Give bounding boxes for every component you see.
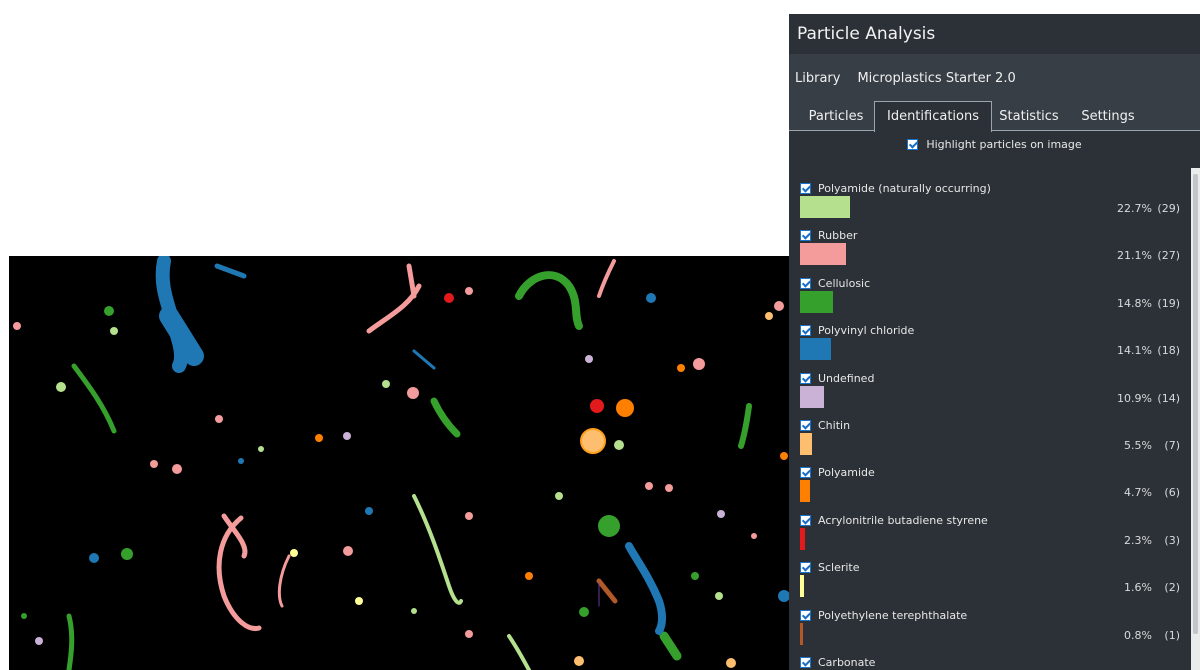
identification-percent: 14.8% [1117,296,1152,310]
identification-name-row: Polyamide [800,466,875,479]
identification-label: Acrylonitrile butadiene styrene [818,513,988,527]
identification-color-swatch [800,480,810,503]
identification-item[interactable]: Carbonate0.8%(1) [789,654,1190,670]
identification-color-swatch [800,432,812,455]
identification-item[interactable]: Polyethylene terephthalate 0.8% (1) [789,607,1190,654]
identification-label: Polyvinyl chloride [818,324,915,338]
identification-count: (14) [1157,391,1180,405]
library-row: Library Microplastics Starter 2.0 [789,54,1200,102]
identifications-list: Polyamide (naturally occurring) 22.7% (29)… [789,180,1190,670]
tab-settings[interactable]: Settings [1072,102,1144,130]
identification-name-row: Cellulosic [800,277,870,290]
identification-percent: 21.1% [1117,249,1152,263]
identification-checkbox[interactable] [800,325,811,337]
scrollbar[interactable] [1191,168,1200,670]
identification-name-row: Acrylonitrile butadiene styrene [800,514,988,527]
identification-checkbox[interactable] [800,419,811,431]
identification-count: (18) [1157,344,1180,358]
identification-color-swatch [800,338,831,361]
identification-checkbox[interactable] [800,372,811,384]
identification-label: Rubber [818,229,858,243]
scrollbar-thumb[interactable] [1193,174,1198,634]
identification-percent: 5.5% [1124,438,1152,452]
identification-percent: 2.3% [1124,533,1152,547]
identification-count: (27) [1157,249,1180,263]
tab-statistics[interactable]: Statistics [992,102,1066,130]
identification-checkbox[interactable] [800,277,811,289]
identification-percent: 10.9% [1117,391,1152,405]
identification-name-row: Sclerite [800,561,860,574]
identification-count: (7) [1164,438,1180,452]
identification-label: Undefined [818,371,875,385]
identification-item[interactable]: Polyvinyl chloride 14.1% (18) [789,322,1190,369]
highlight-particles-row[interactable]: Highlight particles on image [789,131,1200,157]
identification-color-swatch [800,290,833,313]
tab-bar: Particles Identifications Statistics Set… [789,101,1200,132]
library-value[interactable]: Microplastics Starter 2.0 [857,71,1015,86]
particle-analysis-panel: Particle Analysis Library Microplastics … [789,14,1200,670]
identification-checkbox[interactable] [800,230,811,242]
identification-label: Cellulosic [818,276,871,290]
identification-percent: 1.6% [1124,581,1152,595]
identification-checkbox[interactable] [800,183,811,194]
identification-name-row: Rubber [800,229,857,242]
highlight-particles-label: Highlight particles on image [926,137,1082,151]
identification-item[interactable]: Chitin 5.5% (7) [789,417,1190,464]
identification-label: Polyamide (naturally occurring) [818,182,991,195]
identification-item[interactable]: Polyamide (naturally occurring) 22.7% (29) [789,180,1190,227]
identification-label: Polyethylene terephthalate [818,608,968,622]
identification-label: Sclerite [818,561,860,575]
identification-count: (6) [1164,486,1180,500]
identification-item[interactable]: Cellulosic 14.8% (19) [789,275,1190,322]
identification-item[interactable]: Polyamide 4.7% (6) [789,464,1190,511]
identification-name-row: Polyvinyl chloride [800,324,914,337]
identification-count: (29) [1157,202,1180,215]
identification-percent: 14.1% [1117,344,1152,358]
identification-count: (1) [1164,628,1180,642]
identification-item[interactable]: Undefined 10.9% (14) [789,370,1190,417]
identification-item[interactable]: Sclerite 1.6% (2) [789,559,1190,606]
identification-color-swatch [800,385,824,408]
identification-label: Chitin [818,418,851,432]
identification-color-swatch [800,196,850,218]
identification-count: (2) [1164,581,1180,595]
particle-image-canvas [13,256,790,670]
identification-name-row: Undefined [800,372,874,385]
tab-particles[interactable]: Particles [798,102,874,130]
identification-name-row: Chitin [800,419,850,432]
particle-image[interactable] [9,256,790,670]
identification-checkbox[interactable] [800,656,811,668]
identification-checkbox[interactable] [800,514,811,526]
identification-item[interactable]: Rubber 21.1% (27) [789,227,1190,274]
identification-checkbox[interactable] [800,562,811,574]
tab-identifications[interactable]: Identifications [874,101,992,132]
identification-item[interactable]: Acrylonitrile butadiene styrene 2.3% (3) [789,512,1190,559]
identification-checkbox[interactable] [800,467,811,479]
identification-color-swatch [800,243,846,266]
identification-percent: 4.7% [1124,486,1152,500]
identification-percent: 0.8% [1124,628,1152,642]
identification-label: Polyamide [818,466,875,480]
identification-color-swatch [800,575,804,598]
identification-count: (19) [1157,296,1180,310]
identification-name-row: Polyethylene terephthalate [800,609,967,622]
highlight-particles-checkbox[interactable] [907,138,919,150]
identification-color-swatch [800,622,803,645]
identification-percent: 22.7% [1117,202,1152,215]
library-label: Library [795,70,841,86]
identification-name-row: Polyamide (naturally occurring) [800,182,991,195]
identification-count: (3) [1164,533,1180,547]
identification-color-swatch [800,527,805,550]
identification-name-row: Carbonate [800,656,875,669]
identification-label: Carbonate [818,655,876,669]
panel-title: Particle Analysis [789,14,1200,54]
identification-checkbox[interactable] [800,609,811,621]
